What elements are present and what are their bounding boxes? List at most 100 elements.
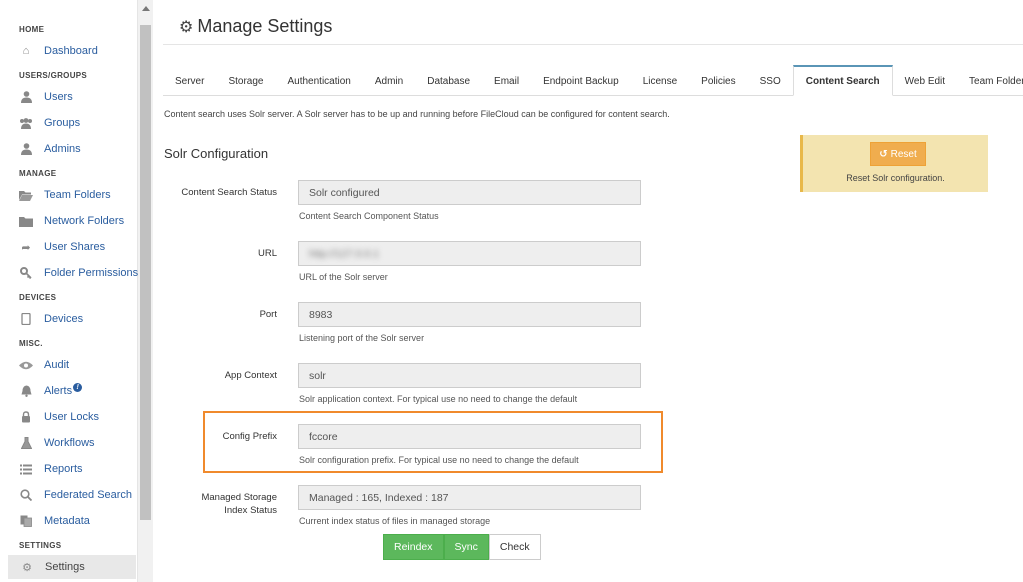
sidebar-item-label: Admins [44, 143, 81, 155]
section-title: Solr Configuration [164, 146, 269, 161]
sidebar-item-alerts[interactable]: Alerts ! [19, 381, 83, 401]
folder-open-icon [19, 188, 33, 202]
tab-database[interactable]: Database [415, 66, 482, 96]
sidebar-item-user-shares[interactable]: ➦ User Shares [19, 237, 105, 257]
status-value: Solr configured [309, 186, 380, 199]
sidebar-item-settings[interactable]: ⚙ Settings [8, 555, 136, 579]
sidebar-item-label: Workflows [44, 437, 95, 449]
index-button-group: Reindex Sync Check [383, 534, 541, 560]
port-help: Listening port of the Solr server [299, 333, 425, 343]
sidebar-scrollbar[interactable] [138, 0, 153, 582]
sidebar-item-label: Dashboard [44, 45, 98, 57]
url-help: URL of the Solr server [299, 272, 388, 282]
tab-sso[interactable]: SSO [748, 66, 793, 96]
sidebar-item-reports[interactable]: Reports [19, 459, 83, 479]
alerts-badge: ! [73, 382, 83, 392]
tab-content-search[interactable]: Content Search [792, 65, 893, 96]
status-label: Content Search Status [181, 187, 277, 198]
flask-icon [19, 436, 33, 450]
tab-endpoint-backup[interactable]: Endpoint Backup [531, 66, 631, 96]
refresh-icon: ↺ [879, 148, 888, 160]
sidebar-item-label: Team Folders [44, 189, 111, 201]
sidebar-item-label: User Locks [44, 411, 100, 423]
section-manage: MANAGE [19, 169, 57, 178]
sidebar-item-workflows[interactable]: Workflows [19, 433, 95, 453]
sidebar-item-users[interactable]: Users [19, 87, 73, 107]
sidebar-item-network-folders[interactable]: Network Folders [19, 211, 124, 231]
section-misc: MISC. [19, 339, 43, 348]
sidebar-item-dashboard[interactable]: ⌂ Dashboard [19, 41, 98, 61]
search-icon [19, 488, 33, 502]
tab-authentication[interactable]: Authentication [275, 66, 362, 96]
app-context-help: Solr application context. For typical us… [299, 394, 578, 404]
sidebar-item-devices[interactable]: Devices [19, 309, 83, 329]
sidebar-item-label: Audit [44, 359, 70, 371]
reset-button-label: Reset [890, 148, 917, 160]
sidebar-item-federated-search[interactable]: Federated Search [19, 485, 132, 505]
managed-storage-field[interactable]: Managed : 165, Indexed : 187 [298, 485, 641, 510]
tab-admin[interactable]: Admin [363, 66, 415, 96]
config-prefix-field[interactable]: fccore [298, 424, 641, 449]
config-prefix-value: fccore [309, 430, 338, 443]
tab-storage[interactable]: Storage [216, 66, 275, 96]
sidebar-item-label: Devices [44, 313, 84, 325]
sidebar-item-label: User Shares [44, 241, 106, 253]
port-label: Port [259, 309, 277, 320]
tab-policies[interactable]: Policies [689, 66, 747, 96]
tab-server[interactable]: Server [163, 66, 216, 96]
sidebar-item-label: Federated Search [44, 489, 133, 501]
folder-icon [19, 214, 33, 228]
sidebar-item-label: Users [44, 91, 73, 103]
reindex-button[interactable]: Reindex [383, 534, 444, 560]
app-context-field[interactable]: solr [298, 363, 641, 388]
list-icon [19, 462, 33, 476]
sidebar-item-label: Folder Permissions [44, 267, 139, 279]
sidebar-item-label: Settings [45, 561, 85, 573]
bell-icon [19, 384, 33, 398]
tab-web-edit[interactable]: Web Edit [893, 66, 957, 96]
check-button[interactable]: Check [488, 534, 541, 560]
section-home: HOME [19, 25, 45, 34]
tab-team-folders[interactable]: Team Folders [957, 66, 1023, 96]
app-context-label: App Context [224, 370, 277, 381]
home-icon: ⌂ [22, 45, 30, 57]
main-content: ⚙ Manage Settings Server Storage Authent… [153, 0, 1023, 582]
managed-storage-label-line2: Index Status [224, 505, 277, 516]
scroll-up-arrow-icon[interactable] [142, 6, 150, 11]
tab-email[interactable]: Email [482, 66, 531, 96]
page-title: ⚙ Manage Settings [179, 16, 332, 37]
gear-icon: ⚙ [22, 561, 32, 574]
tab-license[interactable]: License [631, 66, 689, 96]
user-icon [19, 90, 33, 104]
sidebar-item-audit[interactable]: Audit [19, 355, 69, 375]
metadata-icon [19, 514, 33, 528]
url-field[interactable]: http://127.0.0.1 [298, 241, 641, 266]
sync-button[interactable]: Sync [443, 534, 489, 560]
sidebar-item-metadata[interactable]: Metadata [19, 511, 90, 531]
port-field[interactable]: 8983 [298, 302, 641, 327]
share-icon: ➦ [21, 241, 31, 254]
sidebar-item-label: Alerts [44, 385, 73, 397]
page-title-text: Manage Settings [197, 16, 333, 36]
reset-button[interactable]: ↺ Reset [870, 142, 926, 166]
sidebar-item-admins[interactable]: Admins [19, 139, 81, 159]
app-context-value: solr [309, 369, 326, 382]
sidebar-item-user-locks[interactable]: User Locks [19, 407, 99, 427]
config-prefix-help: Solr configuration prefix. For typical u… [299, 455, 579, 465]
tablet-icon [19, 312, 33, 326]
sidebar: HOME ⌂ Dashboard USERS/GROUPS Users Grou… [0, 0, 138, 582]
managed-storage-value: Managed : 165, Indexed : 187 [309, 491, 449, 504]
sidebar-item-groups[interactable]: Groups [19, 113, 80, 133]
sidebar-item-label: Network Folders [44, 215, 125, 227]
status-field[interactable]: Solr configured [298, 180, 641, 205]
url-value: http://127.0.0.1 [309, 247, 380, 260]
eye-icon [19, 358, 33, 372]
sidebar-item-folder-permissions[interactable]: Folder Permissions [19, 263, 138, 283]
scrollbar-thumb[interactable] [140, 25, 151, 520]
sidebar-item-team-folders[interactable]: Team Folders [19, 185, 111, 205]
settings-tabs: Server Storage Authentication Admin Data… [163, 65, 1023, 96]
port-value: 8983 [309, 308, 333, 321]
sidebar-item-label: Metadata [44, 515, 90, 527]
managed-storage-help: Current index status of files in managed… [299, 516, 491, 526]
group-icon [19, 116, 33, 130]
